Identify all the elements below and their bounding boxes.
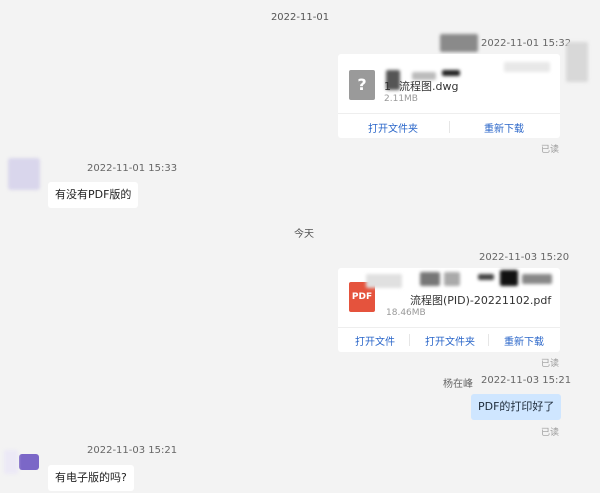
read-status: 已读 <box>541 145 560 155</box>
date-divider: 今天 <box>294 229 314 240</box>
redownload-link[interactable]: 重新下载 <box>504 333 544 348</box>
message-incoming-text: 2022-11-03 15:21 有电子版的吗? <box>0 440 600 493</box>
avatar[interactable] <box>8 158 40 190</box>
message-outgoing-text: 杨在峰 2022-11-03 15:21 PDF的打印好了 已读 <box>0 372 600 442</box>
redacted-text-block <box>420 272 440 286</box>
redacted-avatar-block <box>566 42 588 82</box>
sender-name: 杨在峰 <box>443 379 473 390</box>
action-separator <box>488 334 489 346</box>
file-card[interactable]: ? 1 流程图.dwg 2.11MB 打开文件夹 重新下载 <box>338 54 560 138</box>
file-size: 2.11MB <box>384 94 418 104</box>
message-timestamp: 2022-11-03 15:21 <box>87 445 178 456</box>
message-timestamp: 2022-11-03 15:21 <box>481 375 572 386</box>
redacted-text-block <box>366 274 402 288</box>
read-status: 已读 <box>541 359 560 369</box>
avatar[interactable] <box>19 454 39 470</box>
redacted-text-block <box>522 274 552 284</box>
open-file-link[interactable]: 打开文件 <box>355 333 395 348</box>
action-separator <box>409 334 410 346</box>
message-timestamp: 2022-11-01 15:33 <box>87 163 178 174</box>
file-name[interactable]: 流程图(PID)-20221102.pdf <box>410 292 551 308</box>
redacted-text-block <box>478 274 494 280</box>
date-divider: 2022-11-01 <box>270 12 330 23</box>
redacted-avatar-block <box>4 450 18 474</box>
file-card[interactable]: PDF 流程图(PID)-20221102.pdf 18.46MB 打开文件 打… <box>338 268 560 352</box>
redacted-text-block <box>442 70 460 76</box>
redacted-text-block <box>444 272 460 286</box>
redacted-text-block <box>500 270 518 286</box>
redacted-text-block <box>504 62 550 72</box>
message-timestamp: 2022-11-03 15:20 <box>479 252 570 263</box>
open-folder-link[interactable]: 打开文件夹 <box>425 333 475 348</box>
read-status: 已读 <box>541 428 560 438</box>
file-name[interactable]: 流程图.dwg <box>399 80 458 93</box>
message-timestamp: 2022-11-01 15:32 <box>481 38 572 49</box>
card-divider <box>338 113 560 114</box>
dwg-file-icon: ? <box>349 70 375 100</box>
message-bubble[interactable]: PDF的打印好了 <box>471 394 562 420</box>
redownload-link[interactable]: 重新下载 <box>484 120 524 135</box>
message-incoming-text: 2022-11-01 15:33 有没有PDF版的 <box>0 156 600 216</box>
message-bubble[interactable]: 有电子版的吗? <box>48 465 134 491</box>
file-name-prefix: 1 <box>384 80 391 93</box>
file-size: 18.46MB <box>386 308 426 318</box>
message-bubble[interactable]: 有没有PDF版的 <box>48 182 139 208</box>
message-outgoing-file-pdf: 2022-11-03 15:20 PDF 流程图(PID)-20221102.p… <box>0 250 600 370</box>
message-outgoing-file-dwg: 2022-11-01 15:32 ? 1 流程图.dwg 2.11MB 打开文件夹… <box>0 34 600 155</box>
redacted-avatar-block <box>440 34 478 52</box>
open-folder-link[interactable]: 打开文件夹 <box>368 120 418 135</box>
action-separator <box>449 121 450 133</box>
card-divider <box>338 327 560 328</box>
